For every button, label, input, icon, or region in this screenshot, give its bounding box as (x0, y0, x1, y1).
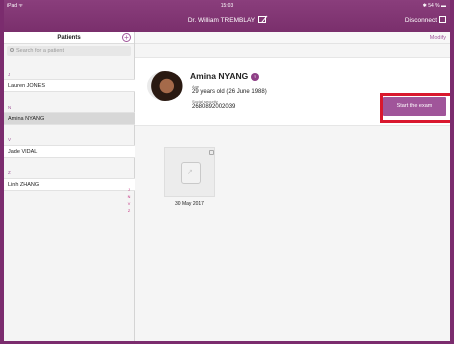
section-letter-z: Z (8, 170, 11, 175)
index-letter-z[interactable]: Z (126, 208, 132, 215)
battery-indicator: ✱ 54 % ▬ (422, 3, 446, 9)
search-placeholder: Search for a patient (16, 48, 65, 54)
index-letter-v[interactable]: V (126, 201, 132, 208)
avatar (147, 71, 183, 101)
patient-name-heading: Amina NYANG ♀ (190, 71, 260, 81)
document-icon (181, 162, 201, 184)
detail-toolbar: Modify (135, 32, 450, 44)
top-bar: iPad ᯤ 15:03 ✱ 54 % ▬ Dr. William TREMBL… (4, 0, 450, 32)
doctor-title[interactable]: Dr. William TREMBLAY (4, 16, 450, 24)
patient-detail: Modify Amina NYANG ♀ Age 29 years old (26… (135, 32, 450, 341)
section-letter-n: N (8, 105, 12, 110)
section-letter-v: V (8, 137, 12, 142)
disconnect-label: Disconnect (404, 17, 437, 24)
search-input[interactable]: Search for a patient (7, 46, 131, 56)
start-exam-button[interactable]: Start the exam (383, 97, 446, 116)
lock-icon (209, 150, 214, 155)
index-letter-j[interactable]: J (126, 187, 132, 194)
edit-icon[interactable] (258, 16, 267, 23)
patient-row-amina-nyang[interactable]: Amina NYANG (4, 112, 135, 125)
logout-icon (439, 16, 446, 23)
patient-row-linh-zhang[interactable]: Linh ZHANG (4, 178, 135, 191)
sidebar-title: Patients (57, 35, 81, 41)
section-letter-j: J (8, 72, 11, 77)
age-value: 29 years old (26 June 1988) (192, 89, 267, 95)
patient-card: Amina NYANG ♀ Age 29 years old (26 June 1… (135, 57, 450, 126)
document-thumbnail[interactable] (164, 147, 215, 197)
sidebar-header: Patients + (4, 32, 134, 44)
modify-button[interactable]: Modify (430, 35, 446, 41)
patient-row-jade-vidal[interactable]: Jade VIDAL (4, 145, 135, 158)
alphabet-index[interactable]: J N V Z (126, 187, 132, 215)
status-bar: iPad ᯤ 15:03 ✱ 54 % ▬ (4, 1, 450, 11)
patient-name: Amina NYANG (190, 71, 249, 81)
patient-row-lauren-jones[interactable]: Lauren JONES (4, 79, 135, 92)
female-icon: ♀ (251, 73, 260, 81)
disconnect-button[interactable]: Disconnect (405, 16, 446, 24)
patients-sidebar: Patients + Search for a patient J Lauren… (4, 32, 135, 341)
social-security-value: 2680892002039 (192, 104, 236, 110)
search-icon (10, 48, 14, 52)
clock: 15:03 (220, 3, 234, 9)
add-patient-button[interactable]: + (122, 33, 131, 42)
app-screen: iPad ᯤ 15:03 ✱ 54 % ▬ Dr. William TREMBL… (4, 0, 450, 341)
doctor-name: Dr. William TREMBLAY (187, 17, 256, 24)
document-date: 30 May 2017 (175, 201, 204, 207)
index-letter-n[interactable]: N (126, 194, 132, 201)
